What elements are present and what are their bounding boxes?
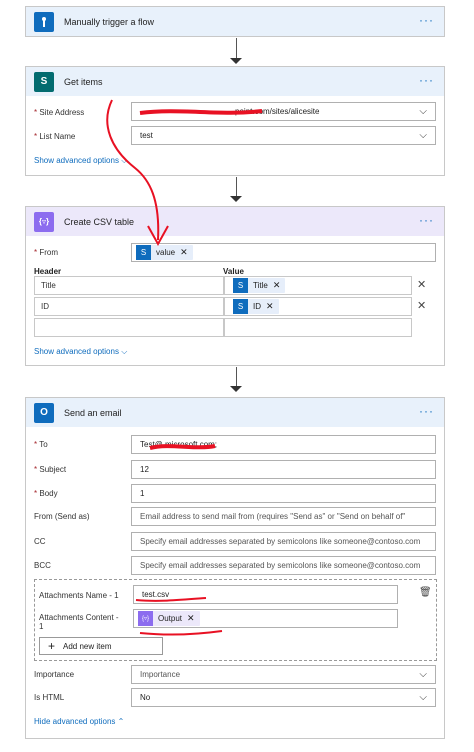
- chevron-down-icon: ⌵: [121, 156, 128, 165]
- trigger-header[interactable]: Manually trigger a flow ···: [26, 7, 444, 36]
- from-field[interactable]: Svalue ✕: [131, 243, 436, 262]
- csv-show-advanced-options-link[interactable]: Show advanced options ⌵: [34, 347, 127, 357]
- output-token[interactable]: {▿} Output ✕: [138, 611, 200, 626]
- attachments-content-label: Attachments Content -1: [39, 613, 119, 631]
- connector-3: [236, 367, 237, 387]
- sharepoint-icon: S: [233, 299, 248, 314]
- to-label: * To: [34, 440, 48, 449]
- importance-label: Importance: [34, 670, 75, 679]
- csv-card: {▿} Create CSV table ··· * From Svalue ✕ …: [25, 206, 445, 366]
- id-token[interactable]: S ID ✕: [233, 299, 279, 314]
- add-new-item-button[interactable]: + Add new item: [39, 637, 163, 655]
- header-cell-1[interactable]: Title: [34, 276, 224, 295]
- from-send-as-field[interactable]: Email address to send mail from (require…: [131, 507, 436, 526]
- send-email-header[interactable]: O Send an email ···: [26, 398, 444, 427]
- value-cell-empty[interactable]: [224, 318, 412, 337]
- chevron-down-icon[interactable]: ⌵: [419, 692, 427, 703]
- cc-field[interactable]: Specify email addresses separated by sem…: [131, 532, 436, 551]
- hide-advanced-options-link[interactable]: Hide advanced options ⌃: [34, 717, 124, 726]
- trigger-more-button[interactable]: ···: [419, 14, 434, 26]
- csv-header[interactable]: {▿} Create CSV table ···: [26, 207, 444, 236]
- chevron-down-icon[interactable]: ⌵: [419, 130, 427, 141]
- get-items-header[interactable]: S Get items ···: [26, 67, 444, 96]
- send-email-title: Send an email: [64, 407, 122, 418]
- csv-more-button[interactable]: ···: [419, 214, 434, 226]
- send-email-card: O Send an email ··· * To Test@ microsoft…: [25, 397, 445, 739]
- header-column-label: Header: [34, 267, 62, 276]
- sharepoint-icon: S: [233, 278, 248, 293]
- data-operation-icon: {▿}: [34, 211, 54, 232]
- sharepoint-icon: S: [136, 245, 151, 260]
- connector-2: [236, 177, 237, 197]
- header-cell-2[interactable]: ID: [34, 297, 224, 316]
- value-token[interactable]: Svalue ✕: [136, 245, 193, 260]
- connector-1: [236, 38, 237, 58]
- hand-tap-icon: [34, 11, 54, 32]
- cc-label: CC: [34, 537, 46, 546]
- connector-arrow-3: [230, 386, 242, 392]
- close-icon[interactable]: ✕: [273, 280, 281, 291]
- to-field[interactable]: Test@ microsoft.com;: [131, 435, 436, 454]
- importance-select[interactable]: Importance ⌵: [131, 665, 436, 684]
- trigger-title: Manually trigger a flow: [64, 16, 155, 27]
- chevron-down-icon: ⌵: [121, 347, 128, 356]
- attachments-name-label: Attachments Name - 1: [39, 591, 119, 600]
- body-field[interactable]: 1: [131, 484, 436, 503]
- close-icon[interactable]: ✕: [187, 613, 195, 624]
- delete-row-2-icon[interactable]: ✕: [417, 299, 426, 312]
- close-icon[interactable]: ✕: [180, 247, 188, 258]
- outlook-icon: O: [34, 402, 54, 423]
- show-advanced-options-link[interactable]: Show advanced options ⌵: [34, 156, 127, 166]
- from-label: * From: [34, 248, 59, 257]
- connector-arrow-2: [230, 196, 242, 202]
- title-token[interactable]: S Title ✕: [233, 278, 286, 293]
- csv-title: Create CSV table: [64, 216, 135, 227]
- chevron-up-icon: ⌃: [117, 717, 125, 726]
- attachments-name-field[interactable]: test.csv: [133, 585, 398, 604]
- connector-arrow-1: [230, 58, 242, 64]
- chevron-down-icon[interactable]: ⌵: [419, 106, 427, 117]
- get-items-title: Get items: [64, 76, 103, 87]
- close-icon[interactable]: ✕: [266, 301, 274, 312]
- list-name-label: * List Name: [34, 132, 76, 141]
- send-email-more-button[interactable]: ···: [419, 405, 434, 417]
- value-cell-2[interactable]: S ID ✕: [224, 297, 412, 316]
- value-column-label: Value: [223, 267, 244, 276]
- from-send-as-label: From (Send as): [34, 512, 90, 521]
- list-name-field[interactable]: test ⌵: [131, 126, 436, 145]
- is-html-select[interactable]: No ⌵: [131, 688, 436, 707]
- is-html-label: Is HTML: [34, 693, 65, 702]
- plus-icon: +: [48, 639, 56, 653]
- sharepoint-icon: S: [34, 71, 54, 92]
- attachments-group: Attachments Name - 1 test.csv 🗑 Attachme…: [34, 579, 437, 661]
- value-cell-1[interactable]: S Title ✕: [224, 276, 412, 295]
- subject-label: * Subject: [34, 465, 67, 474]
- chevron-down-icon[interactable]: ⌵: [419, 669, 427, 680]
- site-address-label: * Site Address: [34, 108, 85, 117]
- attachments-content-field[interactable]: {▿} Output ✕: [133, 609, 398, 628]
- get-items-more-button[interactable]: ···: [419, 74, 434, 86]
- bcc-field[interactable]: Specify email addresses separated by sem…: [131, 556, 436, 575]
- bcc-label: BCC: [34, 561, 51, 570]
- get-items-card: S Get items ··· * Site Address point.com…: [25, 66, 445, 176]
- delete-attachment-icon[interactable]: 🗑: [419, 587, 432, 598]
- trigger-card[interactable]: Manually trigger a flow ···: [25, 6, 445, 37]
- delete-row-1-icon[interactable]: ✕: [417, 278, 426, 291]
- site-address-field[interactable]: point.com/sites/alicesite ⌵: [131, 102, 436, 121]
- data-operation-icon: {▿}: [138, 611, 153, 626]
- body-label: * Body: [34, 489, 58, 498]
- subject-field[interactable]: 12: [131, 460, 436, 479]
- header-cell-empty[interactable]: [34, 318, 224, 337]
